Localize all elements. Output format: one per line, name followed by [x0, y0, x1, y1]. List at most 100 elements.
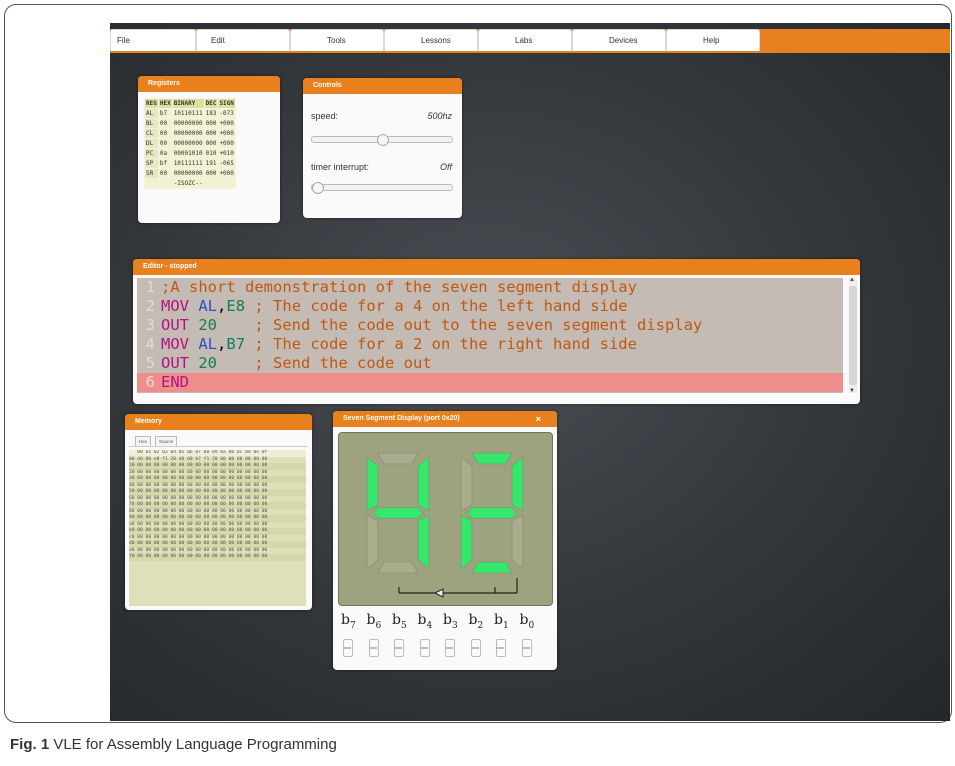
- register-row-sp: SP bf 10111111 191 -065: [144, 158, 236, 169]
- register-row-sr: SR 00 00000000 000 +000: [144, 168, 236, 179]
- bit-state-mid-bar: [420, 647, 428, 649]
- bit-state-indicator: [470, 639, 481, 657]
- code-line[interactable]: 1 ;A short demonstration of the seven seg…: [137, 278, 843, 297]
- register-row-al: AL b7 10110111 183 -073: [144, 108, 236, 119]
- scroll-down-icon[interactable]: ▼: [849, 388, 855, 394]
- register-header-reg: REG: [144, 98, 159, 109]
- speed-slider-handle[interactable]: [377, 134, 389, 146]
- code-line[interactable]: 2 MOV AL,E8 ; The code for a 4 on the lef…: [137, 297, 843, 316]
- figure-caption-text: VLE for Assembly Language Programming: [49, 736, 337, 753]
- code-line[interactable]: 6 END: [137, 373, 843, 392]
- bit-state-indicator: [419, 639, 430, 657]
- register-cell: 183: [203, 108, 219, 119]
- right-digit-segment-a: [471, 452, 513, 465]
- bit-state-mid-bar: [446, 647, 453, 649]
- register-cell: +000: [217, 128, 236, 139]
- bit-label: b7: [341, 612, 356, 631]
- menu-help[interactable]: Help: [666, 29, 760, 51]
- status-flags: -ISOZC--: [157, 178, 219, 189]
- menu-edit[interactable]: Edit: [196, 29, 290, 51]
- menu-file[interactable]: File: [110, 29, 196, 51]
- left-digit-segment-b: [417, 456, 430, 512]
- code-token: ; Send the code out to the seven segment…: [217, 316, 703, 334]
- register-cell: SP: [144, 158, 159, 169]
- code-editor[interactable]: 1 ;A short demonstration of the seven seg…: [137, 278, 843, 393]
- left-digit-segment-e: [366, 514, 379, 570]
- register-cell: 10111111: [171, 158, 205, 169]
- register-header-sign: SIGN: [217, 98, 236, 109]
- bit-state-indicator: [394, 639, 404, 657]
- registers-panel: Registers REG HEX BINARY DEC SIGN AL b7 101101…: [138, 76, 280, 223]
- speed-label: speed:: [311, 111, 339, 121]
- code-token: B7: [226, 335, 246, 353]
- register-cell: BL: [144, 118, 159, 129]
- code-token: OUT: [161, 316, 189, 334]
- left-digit-segment-c: [417, 514, 430, 570]
- right-digit-segment-e: [460, 514, 473, 570]
- code-line[interactable]: 3 OUT 20 ; Send the code out to the seven…: [137, 316, 843, 335]
- scroll-up-icon[interactable]: ▲: [849, 277, 855, 283]
- line-number: 4: [145, 335, 155, 353]
- tab-hex[interactable]: Hex: [135, 436, 152, 446]
- right-digit-segment-d: [471, 561, 513, 574]
- close-icon[interactable]: ×: [536, 411, 541, 427]
- code-token: ; Send the code out: [217, 354, 432, 372]
- code-token: E8: [226, 297, 246, 315]
- register-cell: 00: [157, 168, 173, 179]
- line-number: 3: [145, 316, 155, 334]
- register-cell: 191: [203, 158, 219, 169]
- register-cell: 00000000: [171, 168, 205, 179]
- bit-label: b6: [366, 612, 382, 631]
- registers-table: REG HEX BINARY DEC SIGN AL b7 10110111 183 -073 B…: [144, 98, 236, 189]
- register-cell: +000: [217, 118, 236, 129]
- register-cell: 0a: [157, 148, 173, 159]
- code-token: 20: [198, 354, 218, 372]
- figure-caption: Fig. 1 VLE for Assembly Language Program…: [10, 736, 337, 753]
- seven-segment-screen: [338, 432, 553, 606]
- line-number: 2: [145, 297, 155, 315]
- register-cell: 000: [203, 168, 219, 179]
- code-line[interactable]: 5 OUT 20 ; Send the code out: [137, 354, 843, 373]
- register-row-flags: -ISOZC--: [144, 178, 236, 189]
- code-token: 20: [198, 316, 218, 334]
- register-cell: +000: [217, 168, 236, 179]
- register-cell: +010: [217, 148, 236, 159]
- speed-slider[interactable]: [311, 134, 453, 146]
- memory-panel: Memory Hex Source 00 01 02 03 04 05 06 0…: [125, 414, 312, 610]
- left-digit-segment-d: [377, 561, 419, 574]
- register-cell: 00: [157, 138, 173, 149]
- menu-tools[interactable]: Tools: [290, 29, 384, 51]
- register-cell: 00001010: [171, 148, 205, 159]
- memory-tabs: Hex Source: [129, 433, 307, 447]
- bit-state-indicator: [521, 639, 532, 657]
- register-cell: SR: [144, 168, 159, 179]
- bit-state-mid-bar: [522, 647, 530, 649]
- timer-interrupt-slider[interactable]: [311, 182, 453, 194]
- bit-state-mid-bar: [471, 647, 479, 649]
- right-digit-segment-g: [466, 507, 518, 519]
- menu-lessons[interactable]: Lessons: [384, 29, 478, 51]
- left-digit-segment-a: [377, 452, 419, 465]
- right-digit-segment-c: [511, 514, 524, 570]
- register-header-dec: DEC: [203, 98, 219, 109]
- code-token: ;A short demonstration of the seven segm…: [161, 278, 637, 296]
- right-digit-segment-b: [511, 456, 524, 512]
- editor-scrollbar[interactable]: ▲ ▼: [849, 277, 857, 394]
- register-cell: bf: [157, 158, 173, 169]
- code-token: ; The code for a 2 on the right hand sid…: [245, 335, 637, 353]
- bit-state-mid-bar: [395, 647, 402, 649]
- controls-panel: Controls speed: 500hz timer interrupt: O…: [303, 78, 462, 218]
- bit-state-indicator: [343, 639, 353, 657]
- bit-label: b3: [443, 612, 458, 631]
- menu-devices[interactable]: Devices: [572, 29, 666, 51]
- menu-labs[interactable]: Labs: [478, 29, 572, 51]
- editor-scrollbar-thumb[interactable]: [849, 286, 857, 385]
- code-token: ; The code for a 4 on the left hand side: [245, 297, 628, 315]
- code-line[interactable]: 4 MOV AL,B7 ; The code for a 2 on the rig…: [137, 335, 843, 354]
- timer-interrupt-slider-handle[interactable]: [312, 182, 324, 194]
- bit-state-mid-bar: [344, 647, 351, 649]
- bit-label: b0: [519, 612, 535, 631]
- code-token: ,: [217, 297, 227, 315]
- tab-source[interactable]: Source: [155, 436, 178, 446]
